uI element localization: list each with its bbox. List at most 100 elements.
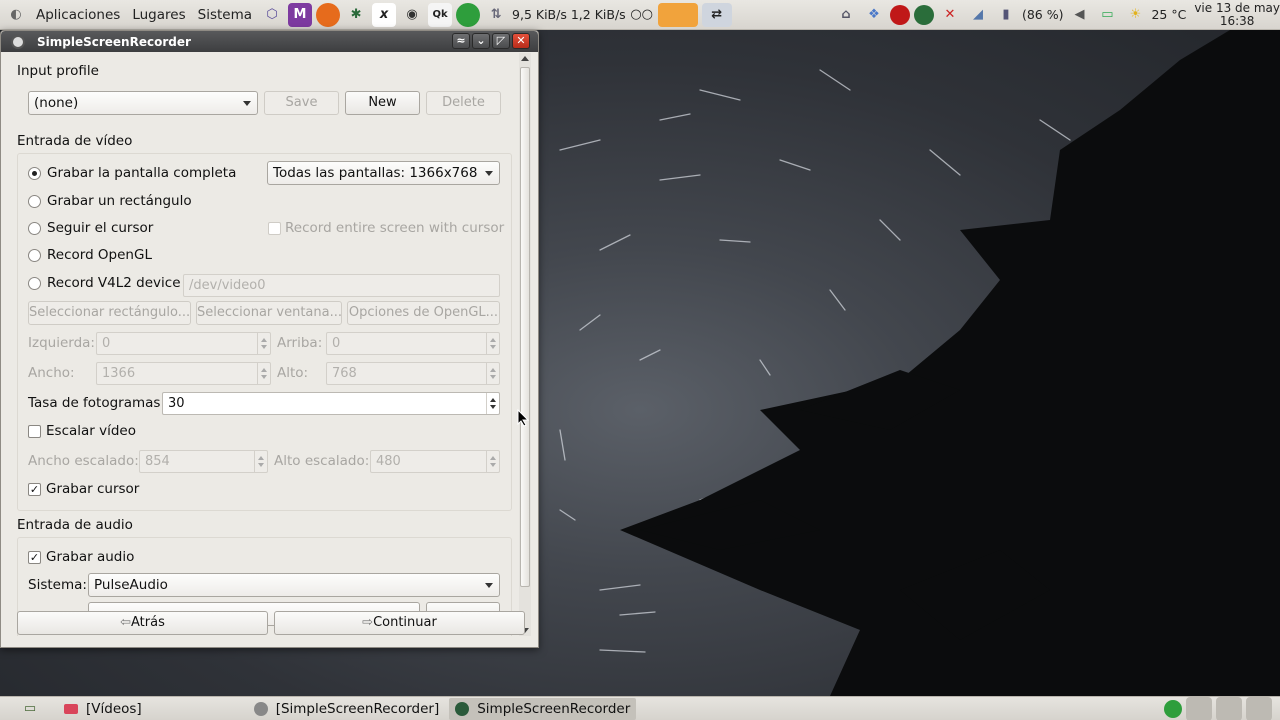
record-rect-label[interactable]: Grabar un rectángulo xyxy=(47,193,192,209)
scale-video-label[interactable]: Escalar vídeo xyxy=(46,423,136,439)
dropbox-icon[interactable]: ❖ xyxy=(862,3,886,27)
taskbar-item-videos[interactable]: [Vídeos] xyxy=(58,698,148,720)
net-download-speed: 9,5 KiB/s xyxy=(512,7,567,22)
scrollbar-thumb[interactable] xyxy=(520,67,530,587)
left-label: Izquierda: xyxy=(28,335,95,351)
wifi-signal-icon[interactable]: ◢ xyxy=(966,3,990,27)
record-entire-with-cursor-label[interactable]: Record entire screen with cursor xyxy=(285,220,504,236)
record-rect-radio[interactable] xyxy=(28,195,41,208)
ubuntu-menu-icon[interactable]: ◐ xyxy=(4,3,28,27)
width-value: 1366 xyxy=(102,366,136,381)
minimize-icon[interactable]: ⌄ xyxy=(472,33,490,49)
record-entire-with-cursor-checkbox[interactable] xyxy=(268,222,281,235)
record-opengl-label[interactable]: Record OpenGL xyxy=(47,247,152,263)
top-panel: ◐ Aplicaciones Lugares Sistema ⬡ M ✱ x ◉… xyxy=(0,0,1280,30)
record-v4l2-radio[interactable] xyxy=(28,277,41,290)
back-arrow-icon: ⇦ xyxy=(120,615,132,630)
record-opengl-radio[interactable] xyxy=(28,249,41,262)
record-indicator-icon[interactable] xyxy=(889,4,910,25)
monitor-icon[interactable]: ▭ xyxy=(1095,3,1119,27)
scrollbar[interactable] xyxy=(519,53,531,636)
top-label: Arriba: xyxy=(277,335,323,351)
weather-sun-icon[interactable]: ☀ xyxy=(1123,3,1147,27)
save-profile-button[interactable]: Save xyxy=(264,91,339,115)
v4l2-device-input[interactable]: /dev/video0 xyxy=(183,274,500,297)
select-rectangle-button[interactable]: Seleccionar rectángulo... xyxy=(28,301,191,325)
screen-icon[interactable]: ⇄ xyxy=(701,2,732,27)
spin-arrows-icon[interactable] xyxy=(257,333,270,354)
spin-arrows-icon[interactable] xyxy=(254,451,267,472)
temperature: 25 °C xyxy=(1151,7,1187,22)
left-spinbox[interactable]: 0 xyxy=(96,332,271,355)
scaled-height-spinbox[interactable]: 480 xyxy=(370,450,500,473)
fish-icon[interactable] xyxy=(657,2,698,27)
battery-icon[interactable]: ▮ xyxy=(994,3,1018,27)
workspace-switcher-icon[interactable] xyxy=(1164,699,1182,718)
menu-system[interactable]: Sistema xyxy=(192,7,258,23)
binoculars-icon[interactable]: ○○ xyxy=(630,3,654,27)
launcher-formula-icon[interactable]: x xyxy=(372,2,397,27)
continue-button[interactable]: ⇨Continuar xyxy=(274,611,525,635)
new-profile-button[interactable]: New xyxy=(345,91,420,115)
scale-video-checkbox[interactable] xyxy=(28,425,41,438)
spin-arrows-icon[interactable] xyxy=(486,393,499,414)
close-x-icon[interactable]: ✕ xyxy=(938,3,962,27)
app-icon[interactable] xyxy=(11,34,25,49)
audio-system-value: PulseAudio xyxy=(94,577,168,593)
close-icon[interactable]: ✕ xyxy=(512,33,530,49)
taskbar-item-ssr-label: SimpleScreenRecorder xyxy=(477,700,631,717)
record-cursor-checkbox[interactable]: ✓ xyxy=(28,483,41,496)
workspace-1[interactable] xyxy=(1186,696,1212,720)
launcher-mail-icon[interactable]: M xyxy=(288,2,313,27)
audio-system-select[interactable]: PulseAudio xyxy=(88,573,500,597)
spin-arrows-icon[interactable] xyxy=(257,363,270,384)
launcher-target-icon[interactable]: ◉ xyxy=(400,3,424,27)
maximize-icon[interactable]: ◸ xyxy=(492,33,510,49)
record-audio-label[interactable]: Grabar audio xyxy=(46,549,134,565)
record-fullscreen-radio[interactable] xyxy=(28,167,41,180)
clock[interactable]: vie 13 de may 16:38 xyxy=(1194,1,1280,28)
screen-select[interactable]: Todas las pantallas: 1366x768 xyxy=(267,161,500,185)
shade-icon[interactable]: ≈ xyxy=(452,33,470,49)
taskbar-item-ssr[interactable]: SimpleScreenRecorder xyxy=(449,697,637,720)
delete-profile-button[interactable]: Delete xyxy=(426,91,501,115)
profile-select[interactable]: (none) xyxy=(28,91,258,115)
select-window-button[interactable]: Seleccionar ventana... xyxy=(196,301,342,325)
record-fullscreen-label[interactable]: Grabar la pantalla completa xyxy=(47,165,236,181)
follow-cursor-label[interactable]: Seguir el cursor xyxy=(47,220,153,236)
height-label: Alto: xyxy=(277,365,309,381)
record-v4l2-label[interactable]: Record V4L2 device xyxy=(47,275,181,291)
taskbar-item-ssr-minimized[interactable]: [SimpleScreenRecorder] xyxy=(248,698,446,720)
workspace-2[interactable] xyxy=(1216,696,1242,720)
follow-cursor-radio[interactable] xyxy=(28,222,41,235)
framerate-label: Tasa de fotogramas: xyxy=(28,395,166,411)
home-icon[interactable]: ⌂ xyxy=(834,3,858,27)
launcher-network-icon[interactable]: ⬡ xyxy=(260,3,284,27)
audio-system-label: Sistema: xyxy=(28,577,87,593)
launcher-firefox-icon[interactable] xyxy=(316,2,341,27)
volume-icon[interactable]: ◀ xyxy=(1067,3,1091,27)
workspace-3[interactable] xyxy=(1246,696,1272,720)
show-desktop-icon[interactable]: ▭ xyxy=(18,697,42,720)
opengl-options-button[interactable]: Opciones de OpenGL... xyxy=(347,301,500,325)
back-button[interactable]: ⇦Atrás xyxy=(17,611,268,635)
spin-arrows-icon[interactable] xyxy=(486,451,499,472)
menu-applications[interactable]: Aplicaciones xyxy=(30,7,126,23)
record-audio-checkbox[interactable]: ✓ xyxy=(28,551,41,564)
scroll-up-icon[interactable] xyxy=(521,56,529,61)
launcher-inkscape-icon[interactable]: ✱ xyxy=(344,3,368,27)
launcher-qalc-icon[interactable]: Qk xyxy=(428,2,453,27)
globe-icon[interactable] xyxy=(913,4,934,25)
top-spinbox[interactable]: 0 xyxy=(326,332,500,355)
record-cursor-label[interactable]: Grabar cursor xyxy=(46,481,139,497)
scaled-width-spinbox[interactable]: 854 xyxy=(139,450,268,473)
launcher-green-app-icon[interactable] xyxy=(456,2,481,27)
width-spinbox[interactable]: 1366 xyxy=(96,362,271,385)
height-spinbox[interactable]: 768 xyxy=(326,362,500,385)
framerate-spinbox[interactable]: 30 xyxy=(162,392,500,415)
menu-places[interactable]: Lugares xyxy=(126,7,191,23)
window-titlebar[interactable]: SimpleScreenRecorder ≈ ⌄ ◸ ✕ xyxy=(1,31,538,52)
spin-arrows-icon[interactable] xyxy=(486,363,499,384)
taskbar-item-ssr-minimized-label: [SimpleScreenRecorder] xyxy=(275,700,440,717)
spin-arrows-icon[interactable] xyxy=(486,333,499,354)
